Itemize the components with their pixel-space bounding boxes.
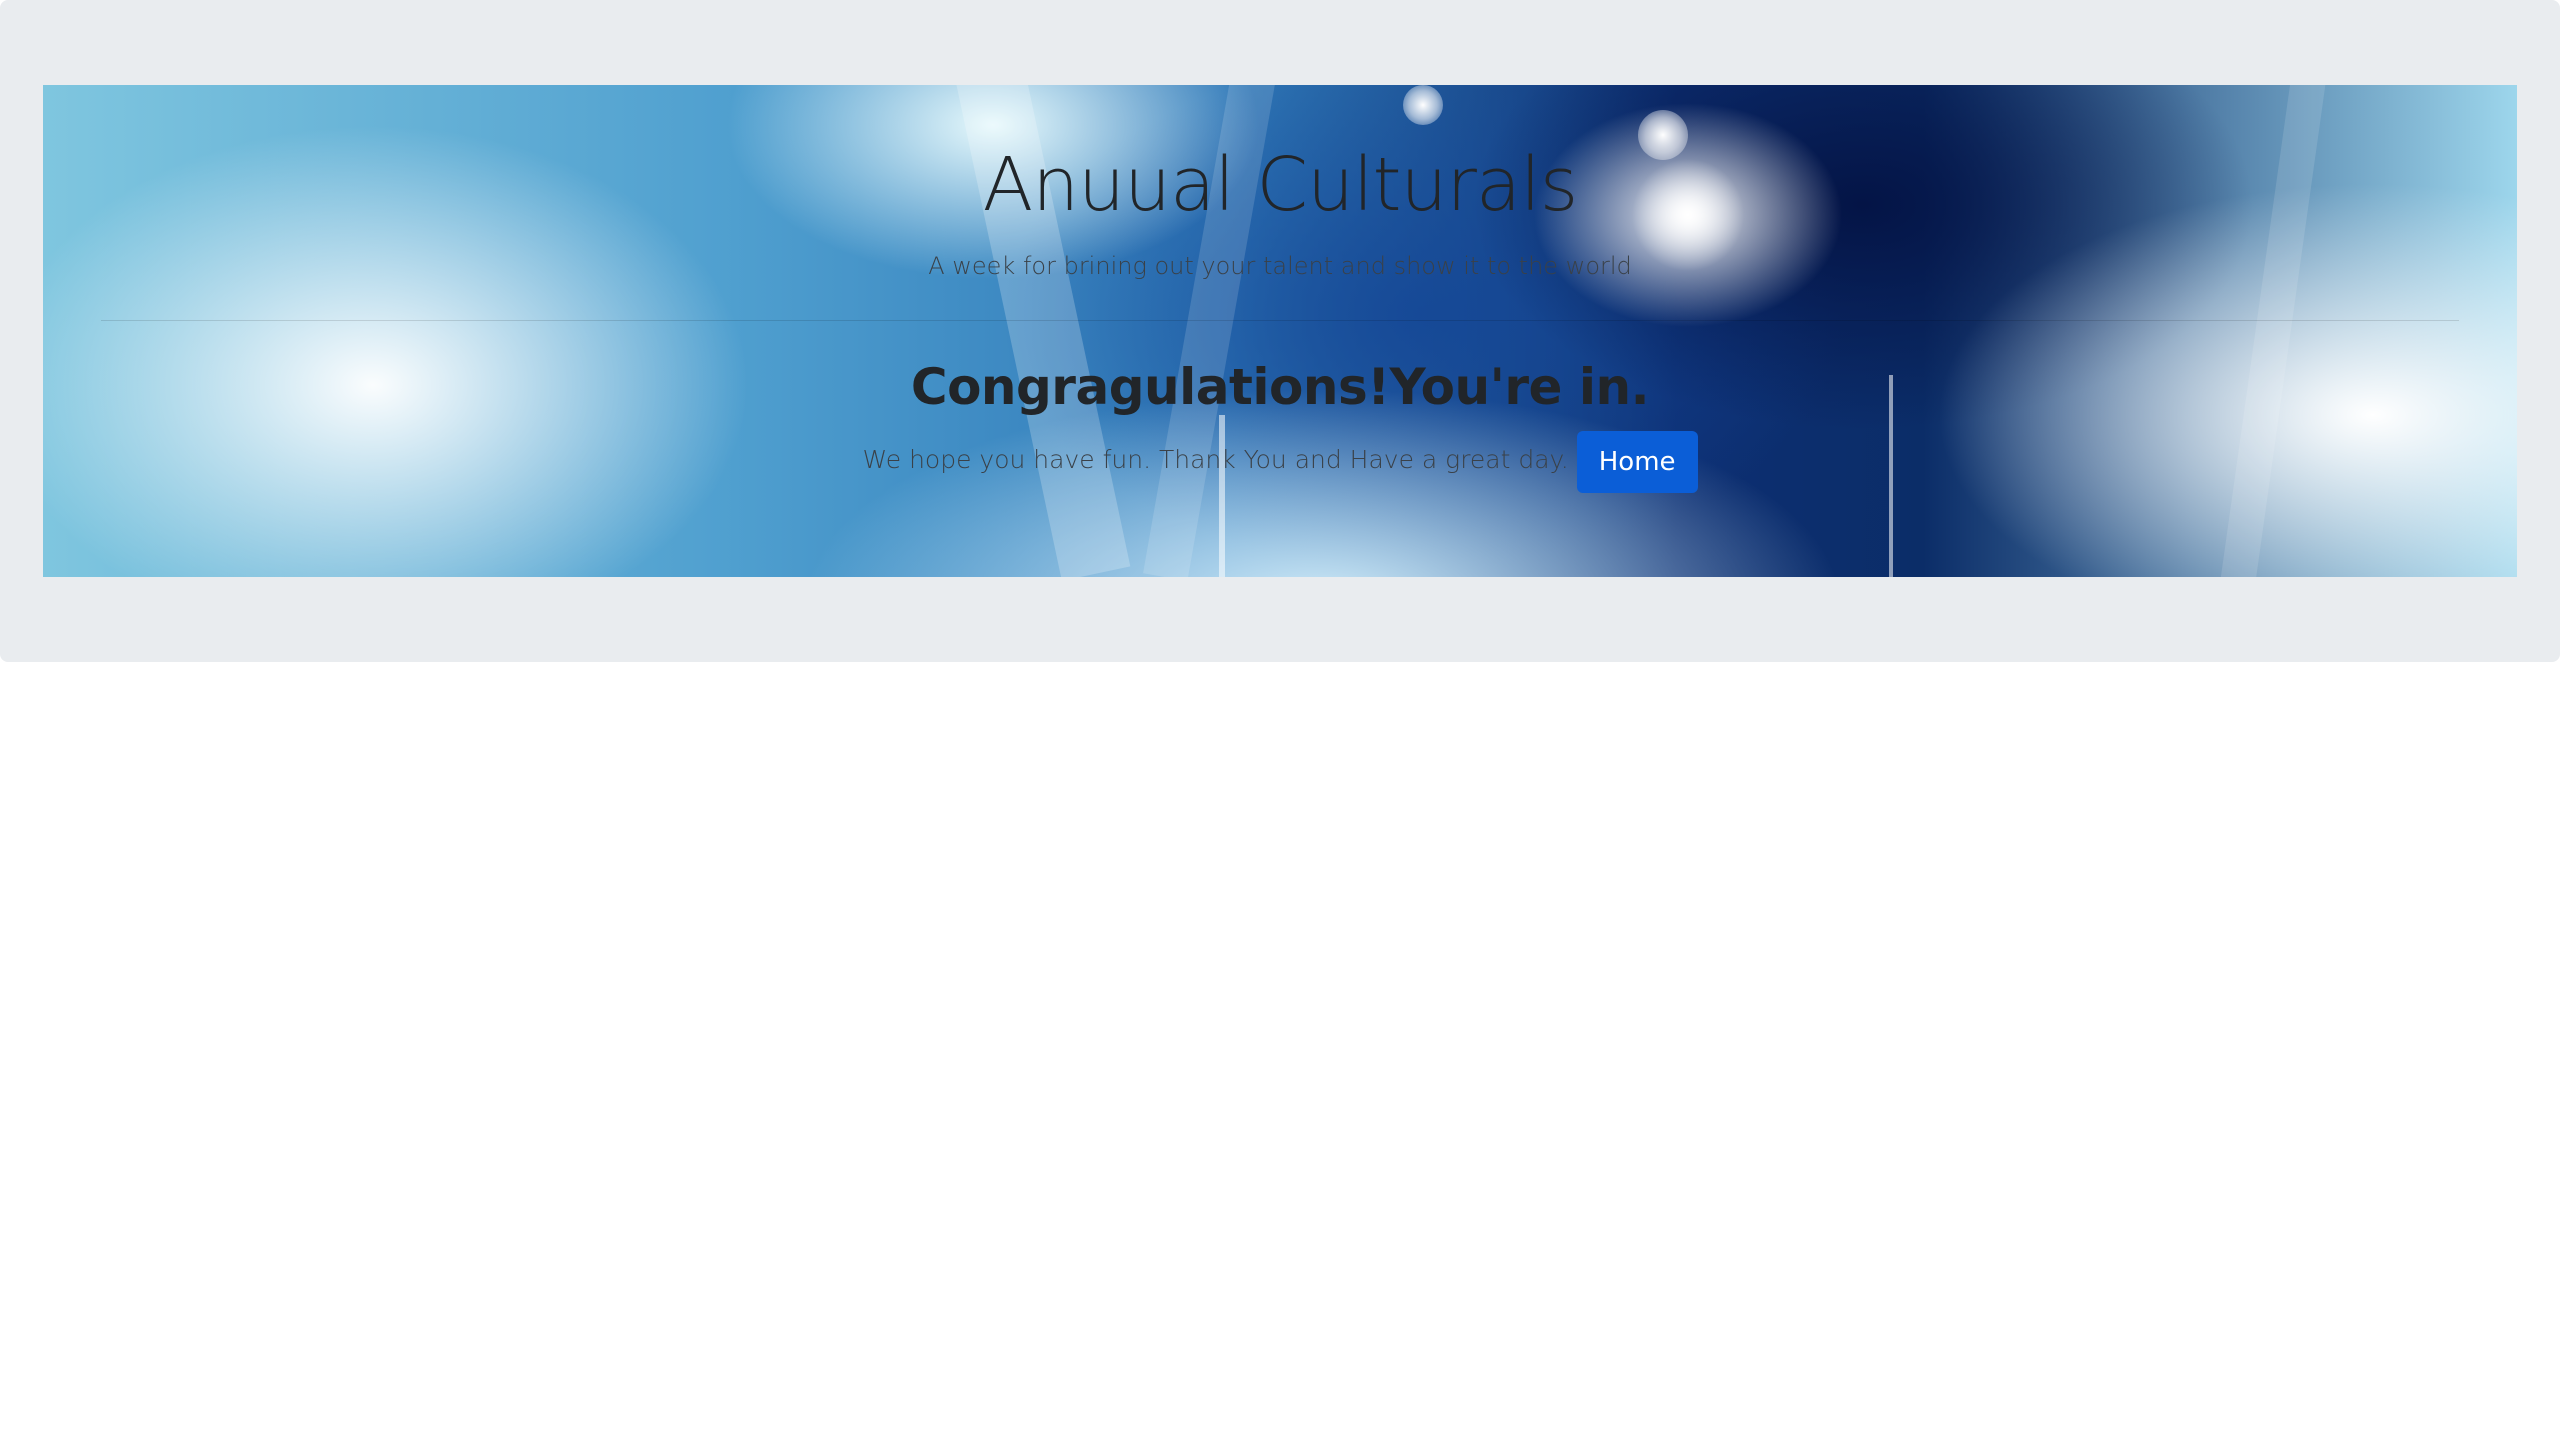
message-row: We hope you have fun. Thank You and Have…: [43, 427, 2517, 493]
hero-banner-concert-stage-lights-image: Anuual Culturals A week for brining out …: [43, 85, 2517, 577]
home-button[interactable]: Home: [1576, 431, 1698, 493]
page-subtitle: A week for brining out your talent and s…: [928, 252, 1632, 280]
confirmation-message: We hope you have fun. Thank You and Have…: [862, 445, 1569, 474]
confirmation-heading: Congragulations!You're in.: [910, 358, 1650, 416]
page-title: Anuual Culturals: [982, 142, 1579, 228]
divider: [101, 320, 2459, 321]
hero-content: Anuual Culturals A week for brining out …: [43, 85, 2517, 577]
jumbotron: Anuual Culturals A week for brining out …: [0, 0, 2560, 662]
